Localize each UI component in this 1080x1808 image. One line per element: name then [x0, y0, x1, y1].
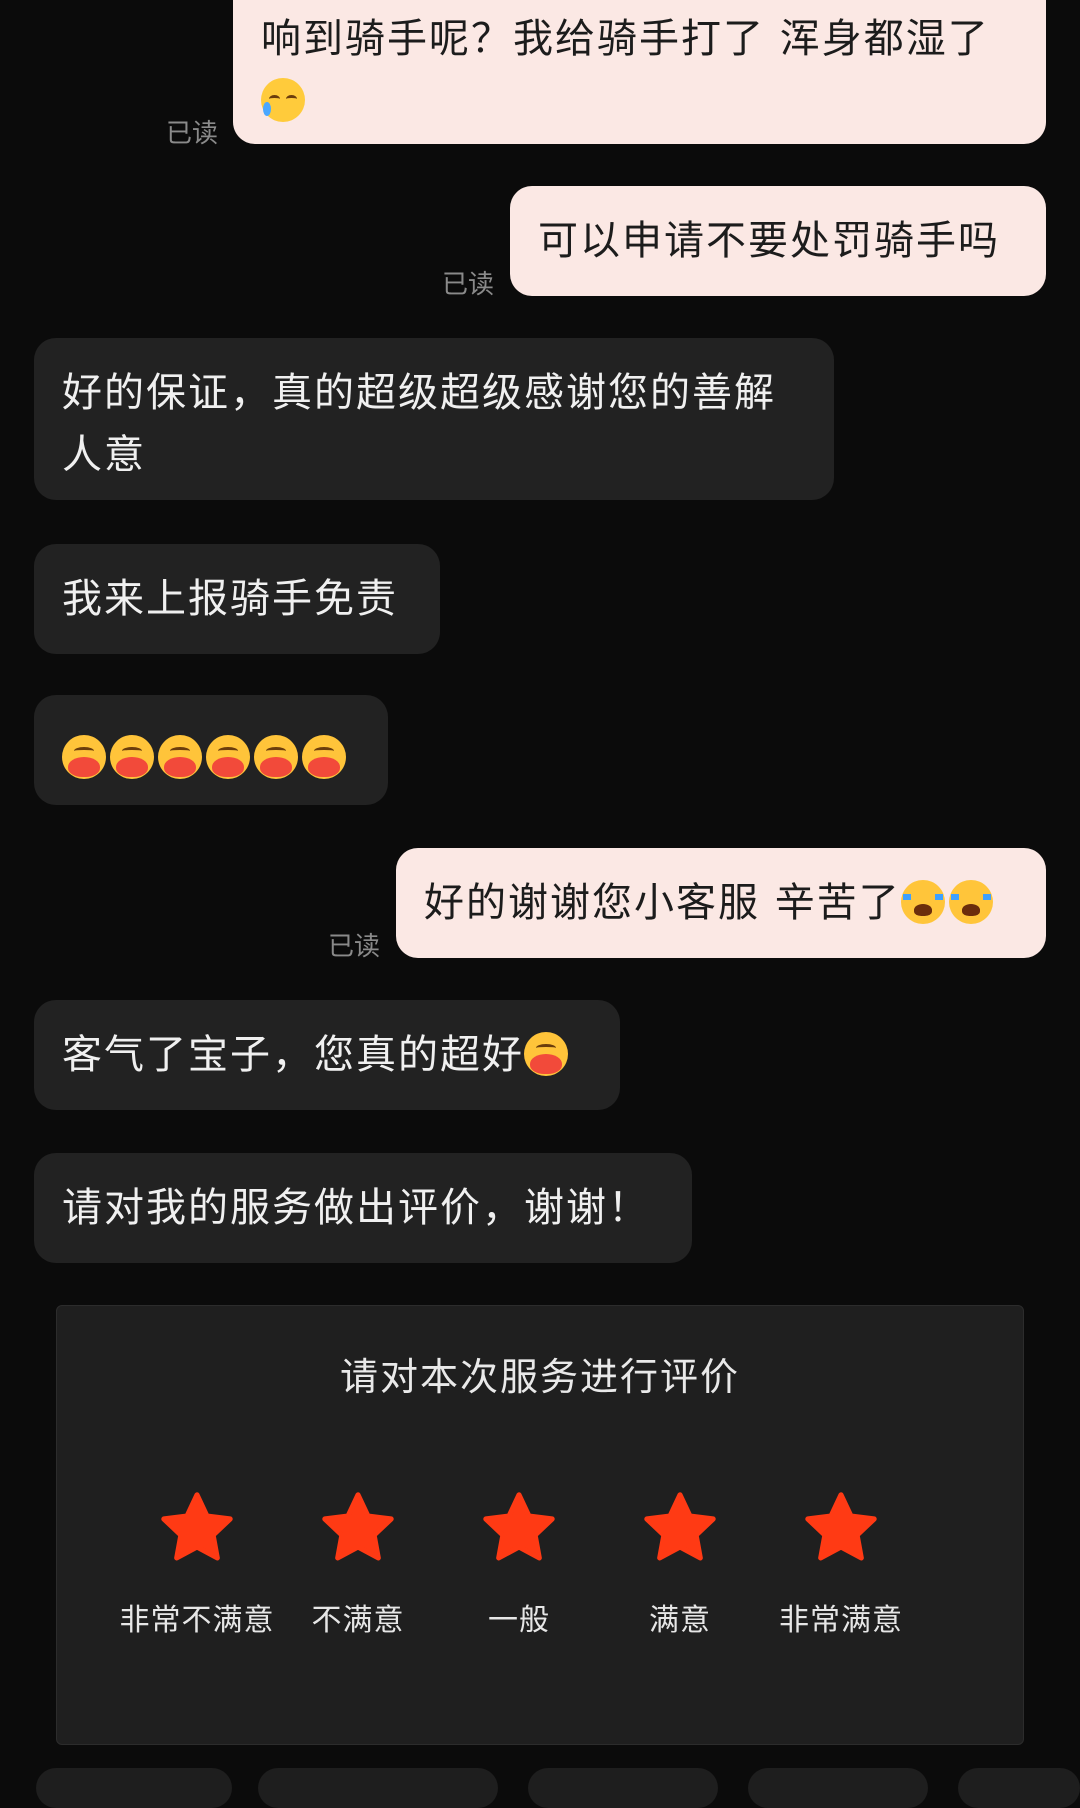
message-bubble-outgoing[interactable]: 响到骑手呢？我给骑手打了 浑身都湿了: [233, 0, 1046, 144]
message-bubble-incoming[interactable]: 请对我的服务做出评价，谢谢！: [34, 1153, 692, 1263]
sad-emoji-icon: [261, 78, 305, 122]
read-receipt: 已读: [166, 119, 219, 149]
rating-option-dissatisfied[interactable]: 不满意: [278, 1491, 438, 1639]
quick-reply-chip[interactable]: [36, 1768, 232, 1808]
star-icon: [483, 1492, 555, 1561]
rating-label: 不满意: [311, 1603, 405, 1638]
quick-reply-bar: [0, 1768, 1080, 1808]
rating-option-satisfied[interactable]: 满意: [600, 1491, 760, 1639]
message-text: 请对我的服务做出评价，谢谢！: [62, 1185, 650, 1231]
rating-option-very-dissatisfied[interactable]: 非常不满意: [117, 1491, 277, 1639]
read-receipt: 已读: [442, 270, 495, 300]
message-bubble-incoming[interactable]: [34, 695, 388, 805]
hug-emoji-icon: [254, 735, 298, 779]
service-rating-card: 请对本次服务进行评价 非常不满意 不满意 一般 满意 非常满意: [56, 1305, 1024, 1745]
star-icon: [805, 1492, 877, 1561]
message-bubble-outgoing[interactable]: 可以申请不要处罚骑手吗: [510, 186, 1046, 296]
message-bubble-incoming[interactable]: 好的保证，真的超级超级感谢您的善解人意: [34, 338, 834, 500]
read-receipt: 已读: [328, 932, 381, 962]
hug-emoji-icon: [302, 735, 346, 779]
quick-reply-chip[interactable]: [748, 1768, 928, 1808]
hug-emoji-icon: [110, 735, 154, 779]
hug-emoji-icon: [206, 735, 250, 779]
rating-option-neutral[interactable]: 一般: [439, 1491, 599, 1639]
rating-label: 一般: [488, 1603, 550, 1638]
message-bubble-outgoing[interactable]: 好的谢谢您小客服 辛苦了: [396, 848, 1046, 958]
rating-label: 满意: [649, 1603, 711, 1638]
rating-label: 非常不满意: [119, 1603, 275, 1638]
star-icon: [322, 1492, 394, 1561]
message-text: 我来上报骑手免责: [62, 576, 398, 622]
rating-label: 非常满意: [779, 1603, 903, 1638]
message-text: 响到骑手呢？我给骑手打了 浑身都湿了: [261, 16, 990, 62]
quick-reply-chip[interactable]: [528, 1768, 718, 1808]
message-text: 好的谢谢您小客服 辛苦了: [424, 880, 901, 926]
message-bubble-incoming[interactable]: 客气了宝子，您真的超好: [34, 1000, 620, 1110]
message-text: 好的保证，真的超级超级感谢您的善解人意: [62, 370, 776, 478]
quick-reply-chip[interactable]: [958, 1768, 1080, 1808]
hug-emoji-icon: [158, 735, 202, 779]
hug-emoji-icon: [62, 735, 106, 779]
message-bubble-incoming[interactable]: 我来上报骑手免责: [34, 544, 440, 654]
rating-option-very-satisfied[interactable]: 非常满意: [761, 1491, 921, 1639]
rating-title: 请对本次服务进行评价: [339, 1355, 740, 1399]
crying-emoji-icon: [900, 880, 945, 924]
crying-emoji-icon: [948, 880, 993, 924]
message-text: 可以申请不要处罚骑手吗: [538, 218, 1000, 264]
quick-reply-chip[interactable]: [258, 1768, 498, 1808]
star-icon: [644, 1492, 716, 1561]
hug-emoji-icon: [524, 1032, 568, 1076]
message-text: 客气了宝子，您真的超好: [62, 1032, 524, 1078]
star-icon: [161, 1492, 233, 1561]
